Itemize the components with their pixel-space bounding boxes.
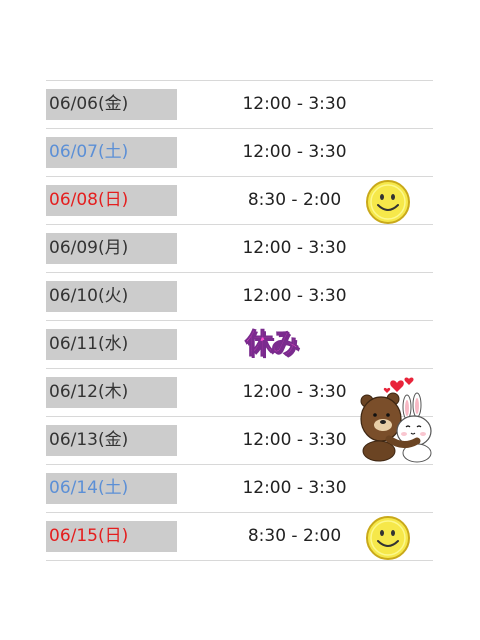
date-label: 06/11(水) <box>46 329 177 360</box>
day-off-label: 休み <box>244 327 299 361</box>
shift-time: 12:00 - 3:30 <box>242 94 347 114</box>
shift-time: 12:00 - 3:30 <box>242 142 347 162</box>
date-label: 06/15(日) <box>46 521 177 552</box>
schedule-list: 06/06(金) 12:00 - 3:30 06/07(土) 12:00 - 3… <box>46 80 433 561</box>
date-label: 06/13(金) <box>46 425 177 456</box>
date-label: 06/10(火) <box>46 281 177 312</box>
schedule-row: 06/10(火) 12:00 - 3:30 <box>46 273 433 321</box>
shift-time: 12:00 - 3:30 <box>242 286 347 306</box>
schedule-row: 06/09(月) 12:00 - 3:30 <box>46 225 433 273</box>
date-label: 06/12(木) <box>46 377 177 408</box>
schedule-row: 06/15(日) 8:30 - 2:00 <box>46 513 433 561</box>
date-label: 06/08(日) <box>46 185 177 216</box>
smiley-face-icon <box>366 180 410 224</box>
schedule-row: 06/06(金) 12:00 - 3:30 <box>46 81 433 129</box>
date-label: 06/14(土) <box>46 473 177 504</box>
shift-time: 12:00 - 3:30 <box>242 238 347 258</box>
date-label: 06/09(月) <box>46 233 177 264</box>
schedule-row: 06/11(水) 休み <box>46 321 433 369</box>
shift-time: 12:00 - 3:30 <box>242 478 347 498</box>
schedule-row: 06/08(日) 8:30 - 2:00 <box>46 177 433 225</box>
schedule-row: 06/14(土) 12:00 - 3:30 <box>46 465 433 513</box>
date-label: 06/07(土) <box>46 137 177 168</box>
schedule-row: 06/07(土) 12:00 - 3:30 <box>46 129 433 177</box>
date-label: 06/06(金) <box>46 89 177 120</box>
smiley-face-icon <box>366 516 410 560</box>
brown-bear-and-cony-sticker-icon <box>360 377 432 463</box>
